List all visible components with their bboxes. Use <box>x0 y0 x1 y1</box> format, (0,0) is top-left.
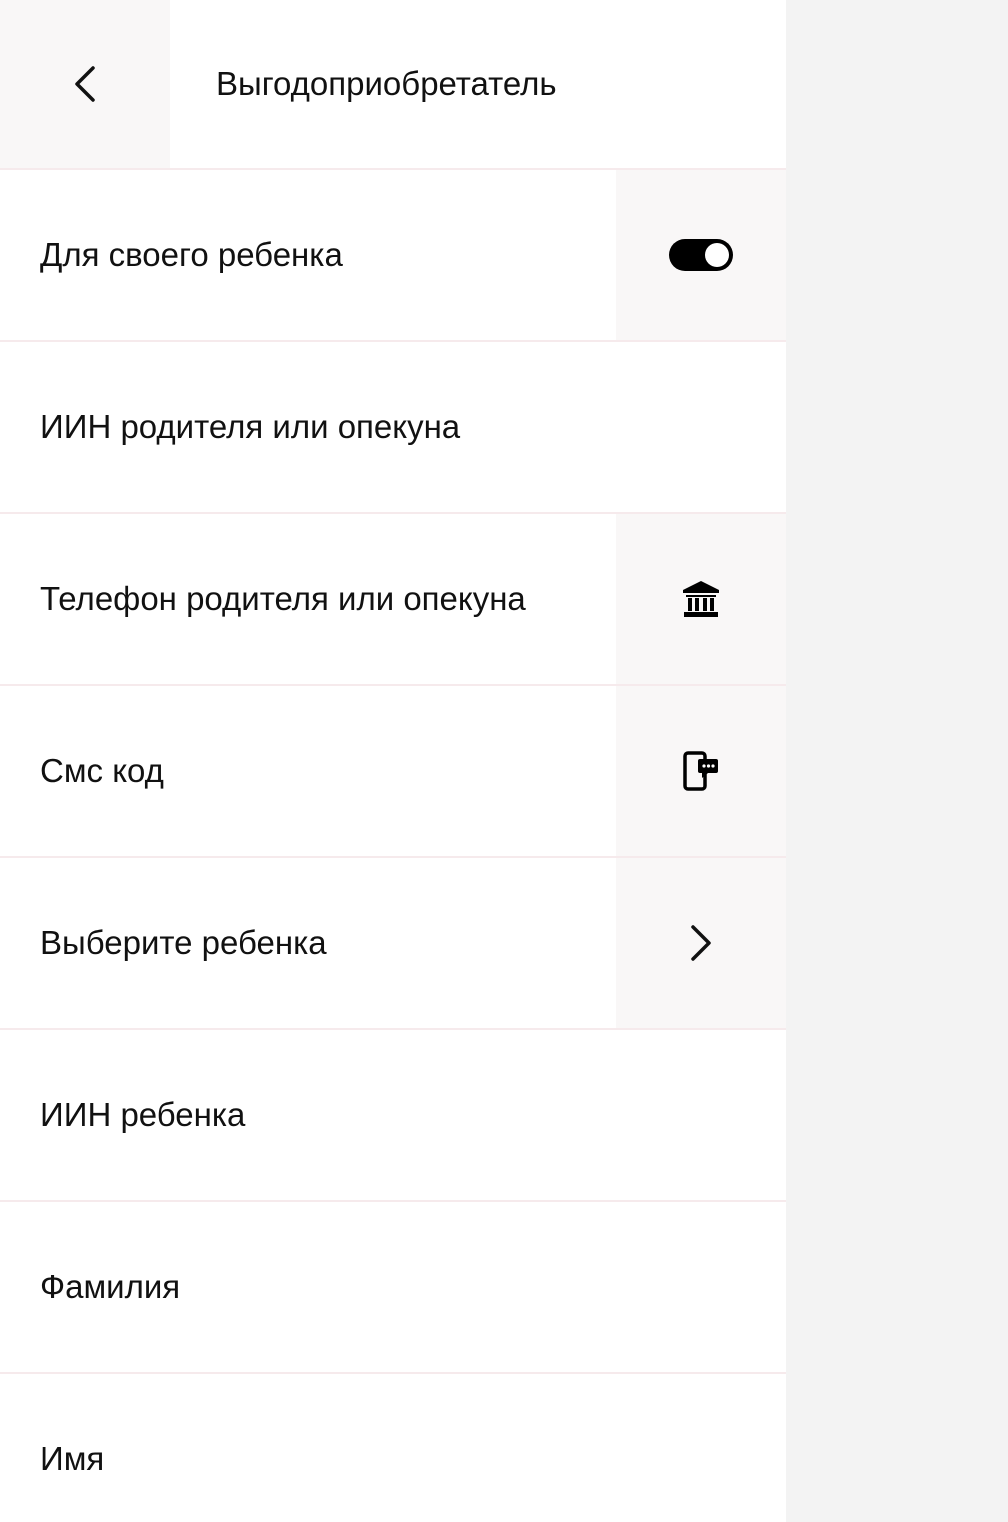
select-child-button[interactable] <box>616 858 786 1028</box>
own-child-toggle-button[interactable] <box>616 170 786 340</box>
field-first-name[interactable]: Имя <box>0 1374 786 1522</box>
outer-background <box>786 0 1008 1522</box>
chevron-right-icon <box>688 923 714 963</box>
header: Выгодоприобретатель <box>0 0 786 170</box>
field-sms-code[interactable]: Смс код <box>0 686 786 858</box>
bank-button[interactable] <box>616 514 786 684</box>
bank-icon <box>681 580 721 618</box>
own-child-toggle[interactable] <box>669 239 733 271</box>
field-label: ИИН родителя или опекуна <box>40 408 461 445</box>
field-for-own-child: Для своего ребенка <box>0 170 786 342</box>
field-child-iin[interactable]: ИИН ребенка <box>0 1030 786 1202</box>
field-label: Фамилия <box>40 1268 181 1305</box>
field-select-child[interactable]: Выберите ребенка <box>0 858 786 1030</box>
beneficiary-form-screen: Выгодоприобретатель Для своего ребенка И… <box>0 0 786 1522</box>
field-parent-iin[interactable]: ИИН родителя или опекуна <box>0 342 786 514</box>
page-title: Выгодоприобретатель <box>216 65 557 102</box>
phone-message-icon <box>682 751 720 791</box>
sms-button[interactable] <box>616 686 786 856</box>
toggle-knob <box>705 243 729 267</box>
back-button[interactable] <box>0 0 170 168</box>
chevron-left-icon <box>71 64 99 104</box>
field-parent-phone[interactable]: Телефон родителя или опекуна <box>0 514 786 686</box>
field-label: ИИН ребенка <box>40 1096 246 1133</box>
field-label: Имя <box>40 1440 105 1477</box>
field-last-name[interactable]: Фамилия <box>0 1202 786 1374</box>
